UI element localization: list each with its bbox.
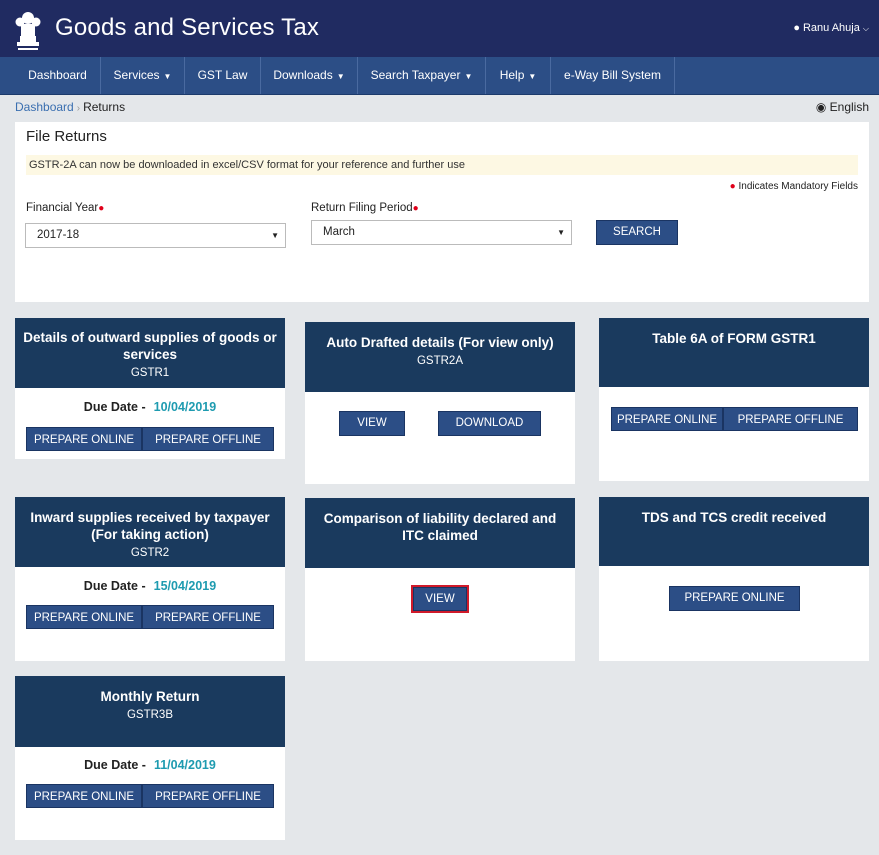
mandatory-note: ● Indicates Mandatory Fields xyxy=(729,181,858,192)
prepare-online-button[interactable]: PREPARE ONLINE xyxy=(26,605,142,629)
due-date: Due Date -10/04/2019 xyxy=(83,400,217,414)
caret-down-icon: ▼ xyxy=(163,72,172,81)
caret-down-icon: ▼ xyxy=(464,72,473,81)
caret-down-icon: ▼ xyxy=(528,72,537,81)
card-table-6a: Table 6A of FORM GSTR1 PREPARE ONLINE PR… xyxy=(599,318,869,481)
card-gstr1: Details of outward supplies of goods or … xyxy=(15,318,285,459)
card-tds-tcs: TDS and TCS credit received PREPARE ONLI… xyxy=(599,497,869,661)
card-gstr2: Inward supplies received by taxpayer (Fo… xyxy=(15,497,285,661)
chevron-down-icon: ⌵ xyxy=(862,24,869,33)
user-menu[interactable]: ● Ranu Ahuja ⌵ xyxy=(793,22,869,34)
financial-year-label: Financial Year● xyxy=(26,202,105,214)
card-header: Details of outward supplies of goods or … xyxy=(15,318,285,388)
due-date: Due Date -11/04/2019 xyxy=(84,758,216,772)
breadcrumb-dashboard[interactable]: Dashboard xyxy=(15,100,74,114)
prepare-offline-button[interactable]: PREPARE OFFLINE xyxy=(142,427,274,451)
card-header: Table 6A of FORM GSTR1 xyxy=(599,318,869,387)
card-code: GSTR3B xyxy=(126,709,173,721)
required-dot-icon: ● xyxy=(729,181,736,192)
download-button[interactable]: DOWNLOAD xyxy=(438,411,541,436)
card-comparison: Comparison of liability declared and ITC… xyxy=(305,498,575,661)
prepare-offline-button[interactable]: PREPARE OFFLINE xyxy=(142,784,274,808)
nav-downloads[interactable]: Downloads ▼ xyxy=(261,57,358,94)
prepare-online-button[interactable]: PREPARE ONLINE xyxy=(669,586,800,611)
button-group: PREPARE ONLINE PREPARE OFFLINE xyxy=(611,407,858,431)
page-title: File Returns xyxy=(26,128,107,145)
card-code: GSTR1 xyxy=(130,367,170,379)
nav-help[interactable]: Help ▼ xyxy=(486,57,551,94)
nav-services[interactable]: Services ▼ xyxy=(101,57,185,94)
card-header: Monthly Return GSTR3B xyxy=(15,676,285,747)
user-icon: ● xyxy=(793,22,800,34)
card-title: Inward supplies received by taxpayer (Fo… xyxy=(30,510,270,542)
card-header: Auto Drafted details (For view only) GST… xyxy=(305,322,575,392)
dropdown-arrow-icon: ▼ xyxy=(557,228,565,237)
nav-eway-bill[interactable]: e-Way Bill System xyxy=(551,57,675,94)
app-title: Goods and Services Tax xyxy=(55,14,320,41)
required-dot-icon: ● xyxy=(98,203,105,214)
prepare-offline-button[interactable]: PREPARE OFFLINE xyxy=(723,407,858,431)
prepare-online-button[interactable]: PREPARE ONLINE xyxy=(611,407,723,431)
card-code: GSTR2 xyxy=(130,547,170,559)
globe-icon: ◉ xyxy=(815,100,827,114)
card-gstr2a: Auto Drafted details (For view only) GST… xyxy=(305,322,575,484)
card-title: Comparison of liability declared and ITC… xyxy=(323,511,557,543)
financial-year-select[interactable]: 2017-18 ▼ xyxy=(25,223,286,248)
view-button[interactable]: VIEW xyxy=(339,411,405,436)
prepare-offline-button[interactable]: PREPARE OFFLINE xyxy=(142,605,274,629)
breadcrumb: Dashboard › Returns xyxy=(15,100,125,114)
due-date: Due Date -15/04/2019 xyxy=(83,579,217,593)
button-group: PREPARE ONLINE PREPARE OFFLINE xyxy=(26,427,274,451)
period-label: Return Filing Period● xyxy=(311,202,419,214)
card-header: Comparison of liability declared and ITC… xyxy=(305,498,575,568)
card-title: Monthly Return xyxy=(100,689,200,704)
card-title: Details of outward supplies of goods or … xyxy=(23,330,277,362)
prepare-online-button[interactable]: PREPARE ONLINE xyxy=(26,784,142,808)
national-emblem-icon xyxy=(15,12,41,50)
card-header: Inward supplies received by taxpayer (Fo… xyxy=(15,497,285,567)
card-title: Auto Drafted details (For view only) xyxy=(326,335,554,350)
prepare-online-button[interactable]: PREPARE ONLINE xyxy=(26,427,142,451)
top-header: Goods and Services Tax ● Ranu Ahuja ⌵ xyxy=(0,0,879,57)
breadcrumb-separator-icon: › xyxy=(76,103,81,114)
button-group: PREPARE ONLINE PREPARE OFFLINE xyxy=(26,605,274,629)
required-dot-icon: ● xyxy=(412,203,419,214)
view-button[interactable]: VIEW xyxy=(411,585,469,613)
card-title: Table 6A of FORM GSTR1 xyxy=(652,331,816,346)
language-selector[interactable]: ◉ English xyxy=(816,100,869,114)
nav-dashboard[interactable]: Dashboard xyxy=(15,57,101,94)
user-name: Ranu Ahuja xyxy=(802,22,860,34)
card-code: GSTR2A xyxy=(416,355,463,367)
nav-gst-law[interactable]: GST Law xyxy=(185,57,261,94)
breadcrumb-current: Returns xyxy=(83,100,126,114)
notice-banner: GSTR-2A can now be downloaded in excel/C… xyxy=(26,155,858,175)
search-button[interactable]: SEARCH xyxy=(596,220,678,245)
period-select[interactable]: March ▼ xyxy=(311,220,572,245)
card-gstr3b: Monthly Return GSTR3B Due Date -11/04/20… xyxy=(15,676,285,840)
card-header: TDS and TCS credit received xyxy=(599,497,869,566)
nav-search-taxpayer[interactable]: Search Taxpayer ▼ xyxy=(358,57,486,94)
button-group: PREPARE ONLINE PREPARE OFFLINE xyxy=(26,784,274,808)
caret-down-icon: ▼ xyxy=(336,72,345,81)
file-returns-panel: File Returns GSTR-2A can now be download… xyxy=(15,122,869,302)
main-nav: Dashboard Services ▼ GST Law Downloads ▼ S… xyxy=(0,57,879,95)
card-title: TDS and TCS credit received xyxy=(641,510,827,525)
dropdown-arrow-icon: ▼ xyxy=(271,231,279,240)
